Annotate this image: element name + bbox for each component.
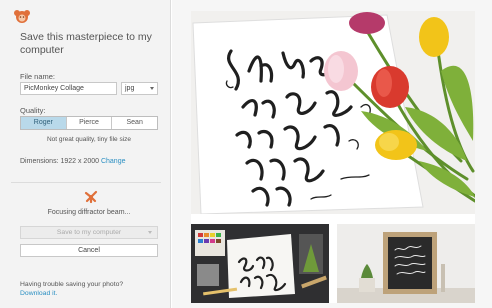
quality-label: Quality: — [20, 106, 46, 115]
chevron-down-icon — [150, 87, 154, 90]
cancel-button[interactable]: Cancel — [20, 244, 158, 257]
format-select[interactable]: jpg — [121, 82, 158, 95]
divider — [11, 182, 161, 183]
quality-option-pierce[interactable]: Pierce — [67, 117, 113, 129]
lettering-tulips-photo — [191, 11, 475, 214]
save-to-computer-button[interactable]: Save to my computer — [20, 226, 158, 239]
collage-preview — [172, 0, 492, 308]
monkey-logo-icon[interactable] — [13, 8, 31, 24]
file-name-label: File name: — [20, 72, 56, 81]
change-dimensions-link[interactable]: Change — [101, 158, 126, 165]
quality-option-roger[interactable]: Roger — [21, 117, 67, 129]
dialog-title: Save this masterpiece to my computer — [20, 31, 152, 56]
save-button-label: Save to my computer — [56, 229, 122, 236]
quality-description: Not great quality, tiny file size — [46, 136, 132, 143]
chevron-down-icon — [148, 231, 152, 234]
download-link[interactable]: Download it. — [20, 289, 123, 298]
collage-canvas — [191, 11, 475, 303]
status-text: Focusing diffractor beam... — [47, 209, 131, 216]
stay-humble-photo — [191, 224, 329, 303]
file-name-input[interactable]: PicMonkey Collage — [20, 82, 117, 95]
dimensions-value: 1922 x 2000 — [60, 158, 100, 165]
save-panel: Save this masterpiece to my computer Fil… — [0, 0, 171, 308]
dimensions-row: Dimensions: 1922 x 2000 Change — [20, 158, 126, 165]
format-value: jpg — [125, 85, 135, 92]
quality-selector: Roger Pierce Sean — [20, 116, 158, 130]
dimensions-label: Dimensions: — [20, 158, 59, 165]
save-dialog: Save this masterpiece to my computer Fil… — [0, 0, 492, 308]
trouble-help: Having trouble saving your photo? Downlo… — [20, 280, 123, 298]
trouble-text: Having trouble saving your photo? — [20, 281, 124, 288]
framed-quote-photo — [337, 224, 475, 303]
monkey-spinner-icon — [84, 190, 98, 204]
quality-option-sean[interactable]: Sean — [112, 117, 157, 129]
